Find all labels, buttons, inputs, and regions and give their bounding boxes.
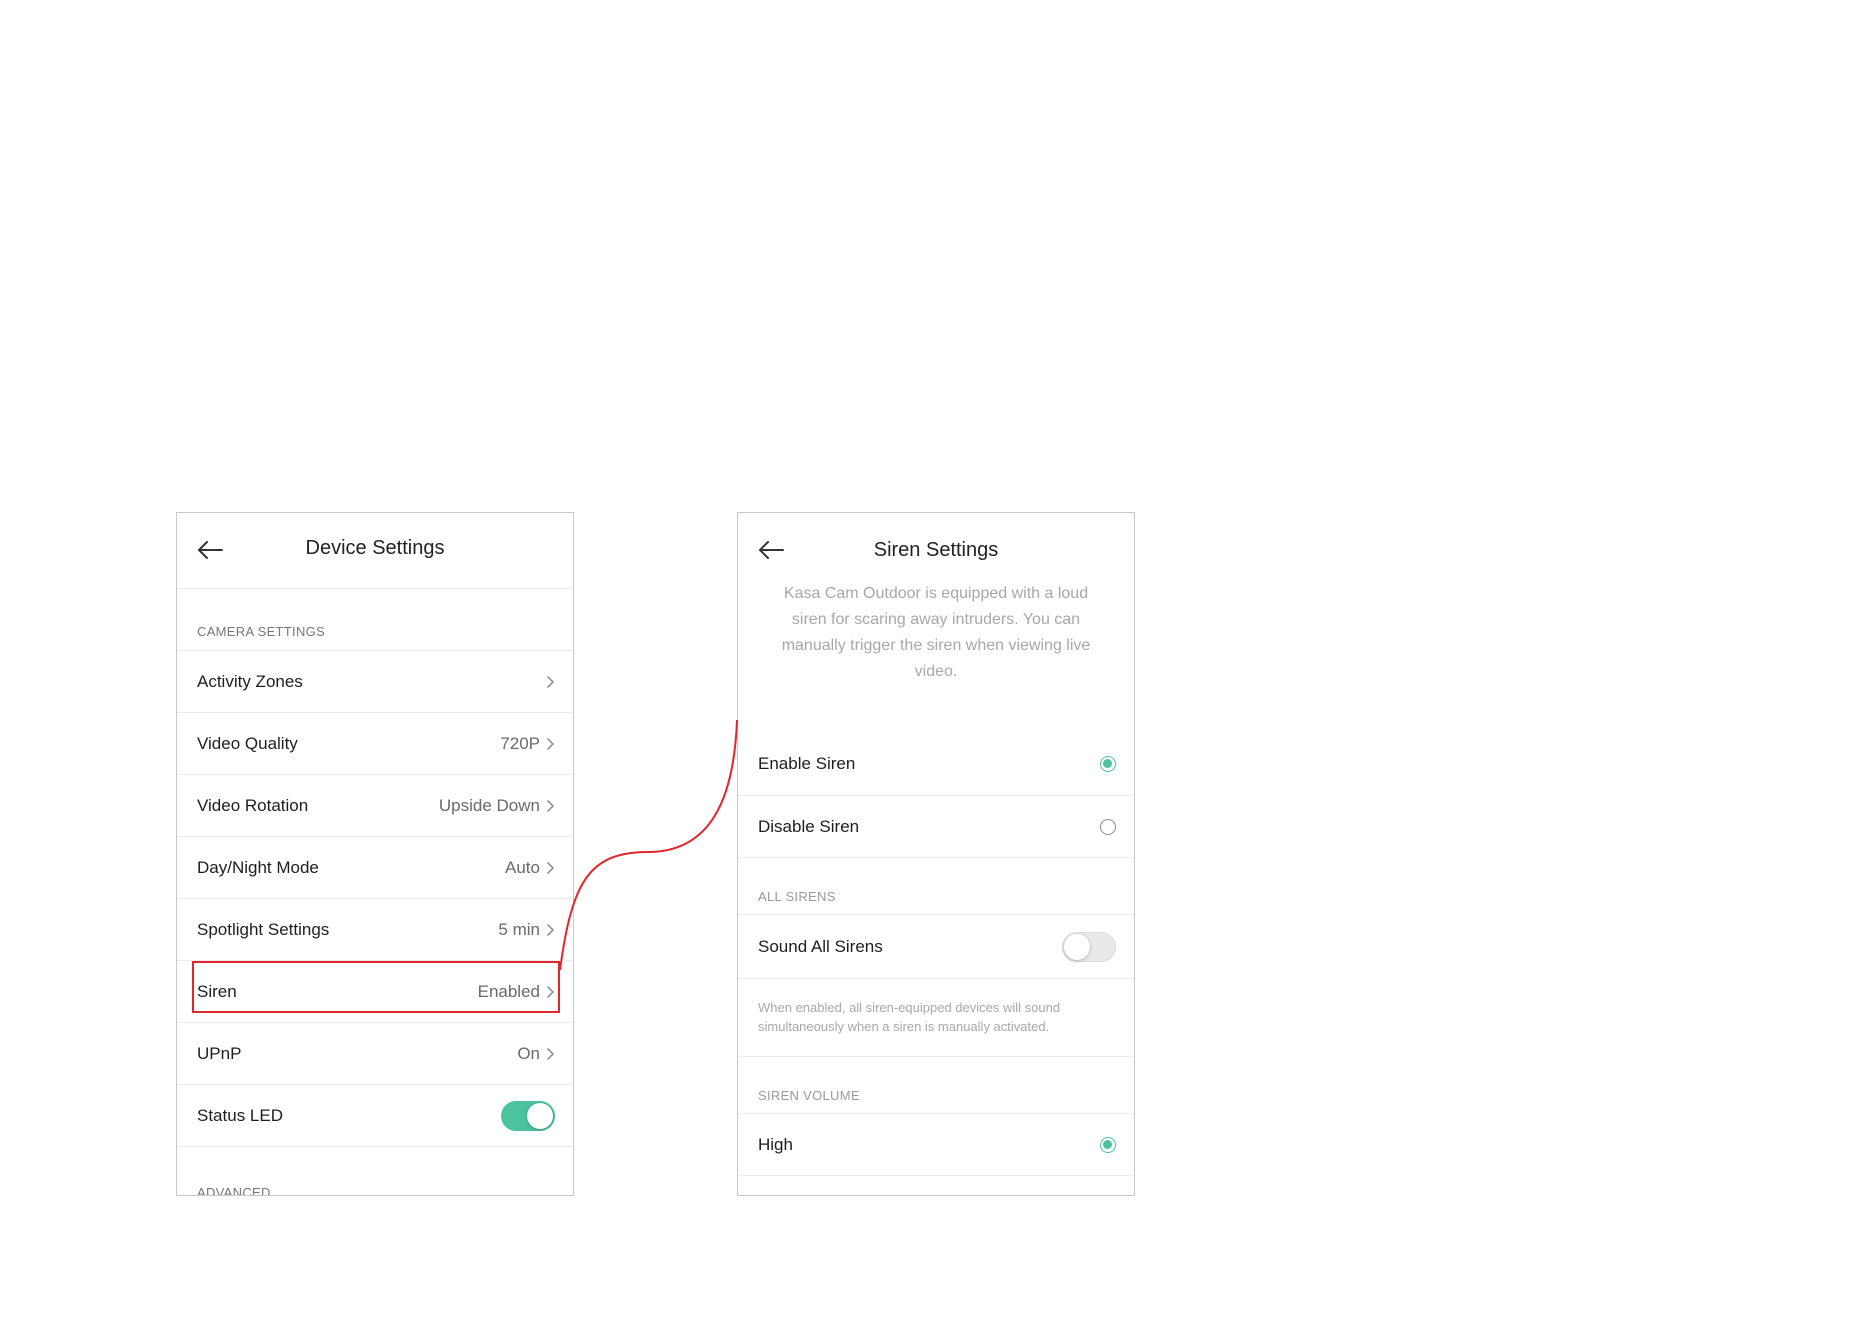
row-label: Status LED [197, 1105, 283, 1125]
section-label-camera-settings: CAMERA SETTINGS [197, 624, 326, 639]
row-video-rotation[interactable]: Video Rotation Upside Down [177, 774, 573, 836]
option-disable-siren[interactable]: Disable Siren [738, 795, 1134, 857]
enable-siren-radio[interactable] [1100, 756, 1116, 772]
row-spotlight-settings[interactable]: Spotlight Settings 5 min [177, 898, 573, 960]
row-value: Auto [505, 857, 540, 877]
section-label-advanced: ADVANCED [197, 1185, 271, 1196]
row-video-quality[interactable]: Video Quality 720P [177, 712, 573, 774]
row-siren[interactable]: Siren Enabled [177, 960, 573, 1022]
siren-settings-screen: Siren Settings Kasa Cam Outdoor is equip… [737, 512, 1135, 1196]
device-settings-header: Device Settings [177, 513, 573, 589]
section-label-all-sirens: ALL SIRENS [758, 889, 836, 904]
sound-all-sirens-note: When enabled, all siren-equipped devices… [758, 1000, 1061, 1034]
chevron-right-icon [546, 799, 555, 812]
toggle-knob [1064, 933, 1090, 960]
chevron-right-icon [546, 737, 555, 750]
toggle-knob [527, 1102, 553, 1129]
option-label: High [758, 1134, 793, 1154]
disable-siren-radio[interactable] [1100, 818, 1116, 835]
chevron-right-icon [546, 675, 555, 688]
page-title: Device Settings [305, 537, 445, 559]
row-label: Sound All Sirens [758, 936, 883, 956]
chevron-right-icon [546, 985, 555, 998]
section-label-siren-volume: SIREN VOLUME [758, 1088, 860, 1103]
row-label: Video Quality [197, 733, 298, 753]
row-value: Upside Down [438, 795, 540, 815]
status-led-toggle[interactable] [501, 1100, 555, 1131]
row-upnp[interactable]: UPnP On [177, 1022, 573, 1084]
row-label: Activity Zones [197, 671, 303, 691]
chevron-right-icon [546, 1047, 555, 1060]
row-label: Day/Night Mode [197, 857, 319, 877]
option-label: Enable Siren [758, 754, 856, 773]
row-activity-zones[interactable]: Activity Zones [177, 650, 573, 712]
page-title: Siren Settings [873, 539, 999, 561]
row-status-led: Status LED [177, 1084, 573, 1146]
siren-settings-header: Siren Settings [738, 513, 1134, 581]
row-value: 5 min [498, 919, 540, 939]
row-value: 720P [500, 733, 540, 753]
volume-high-radio[interactable] [1100, 1136, 1116, 1153]
connector-path [559, 719, 738, 971]
siren-description: Kasa Cam Outdoor is equipped with a loud… [781, 585, 1091, 680]
row-label: Spotlight Settings [197, 919, 330, 939]
row-label: Siren [197, 981, 237, 1001]
row-sound-all-sirens: Sound All Sirens [738, 914, 1134, 978]
row-label: Video Rotation [197, 795, 309, 815]
row-value: Enabled [477, 981, 540, 1001]
option-enable-siren[interactable]: Enable Siren [738, 733, 1134, 795]
stage: Device Settings CAMERA SETTINGS Activity… [0, 0, 1872, 1324]
device-settings-screen: Device Settings CAMERA SETTINGS Activity… [176, 512, 574, 1196]
chevron-right-icon [546, 861, 555, 874]
chevron-right-icon [546, 923, 555, 936]
option-volume-high[interactable]: High [738, 1113, 1134, 1175]
row-value: On [517, 1043, 540, 1063]
row-label: UPnP [197, 1043, 242, 1063]
row-day-night-mode[interactable]: Day/Night Mode Auto [177, 836, 573, 898]
option-label: Disable Siren [758, 816, 860, 836]
divider [738, 1175, 1134, 1176]
sound-all-sirens-toggle[interactable] [1062, 931, 1116, 962]
